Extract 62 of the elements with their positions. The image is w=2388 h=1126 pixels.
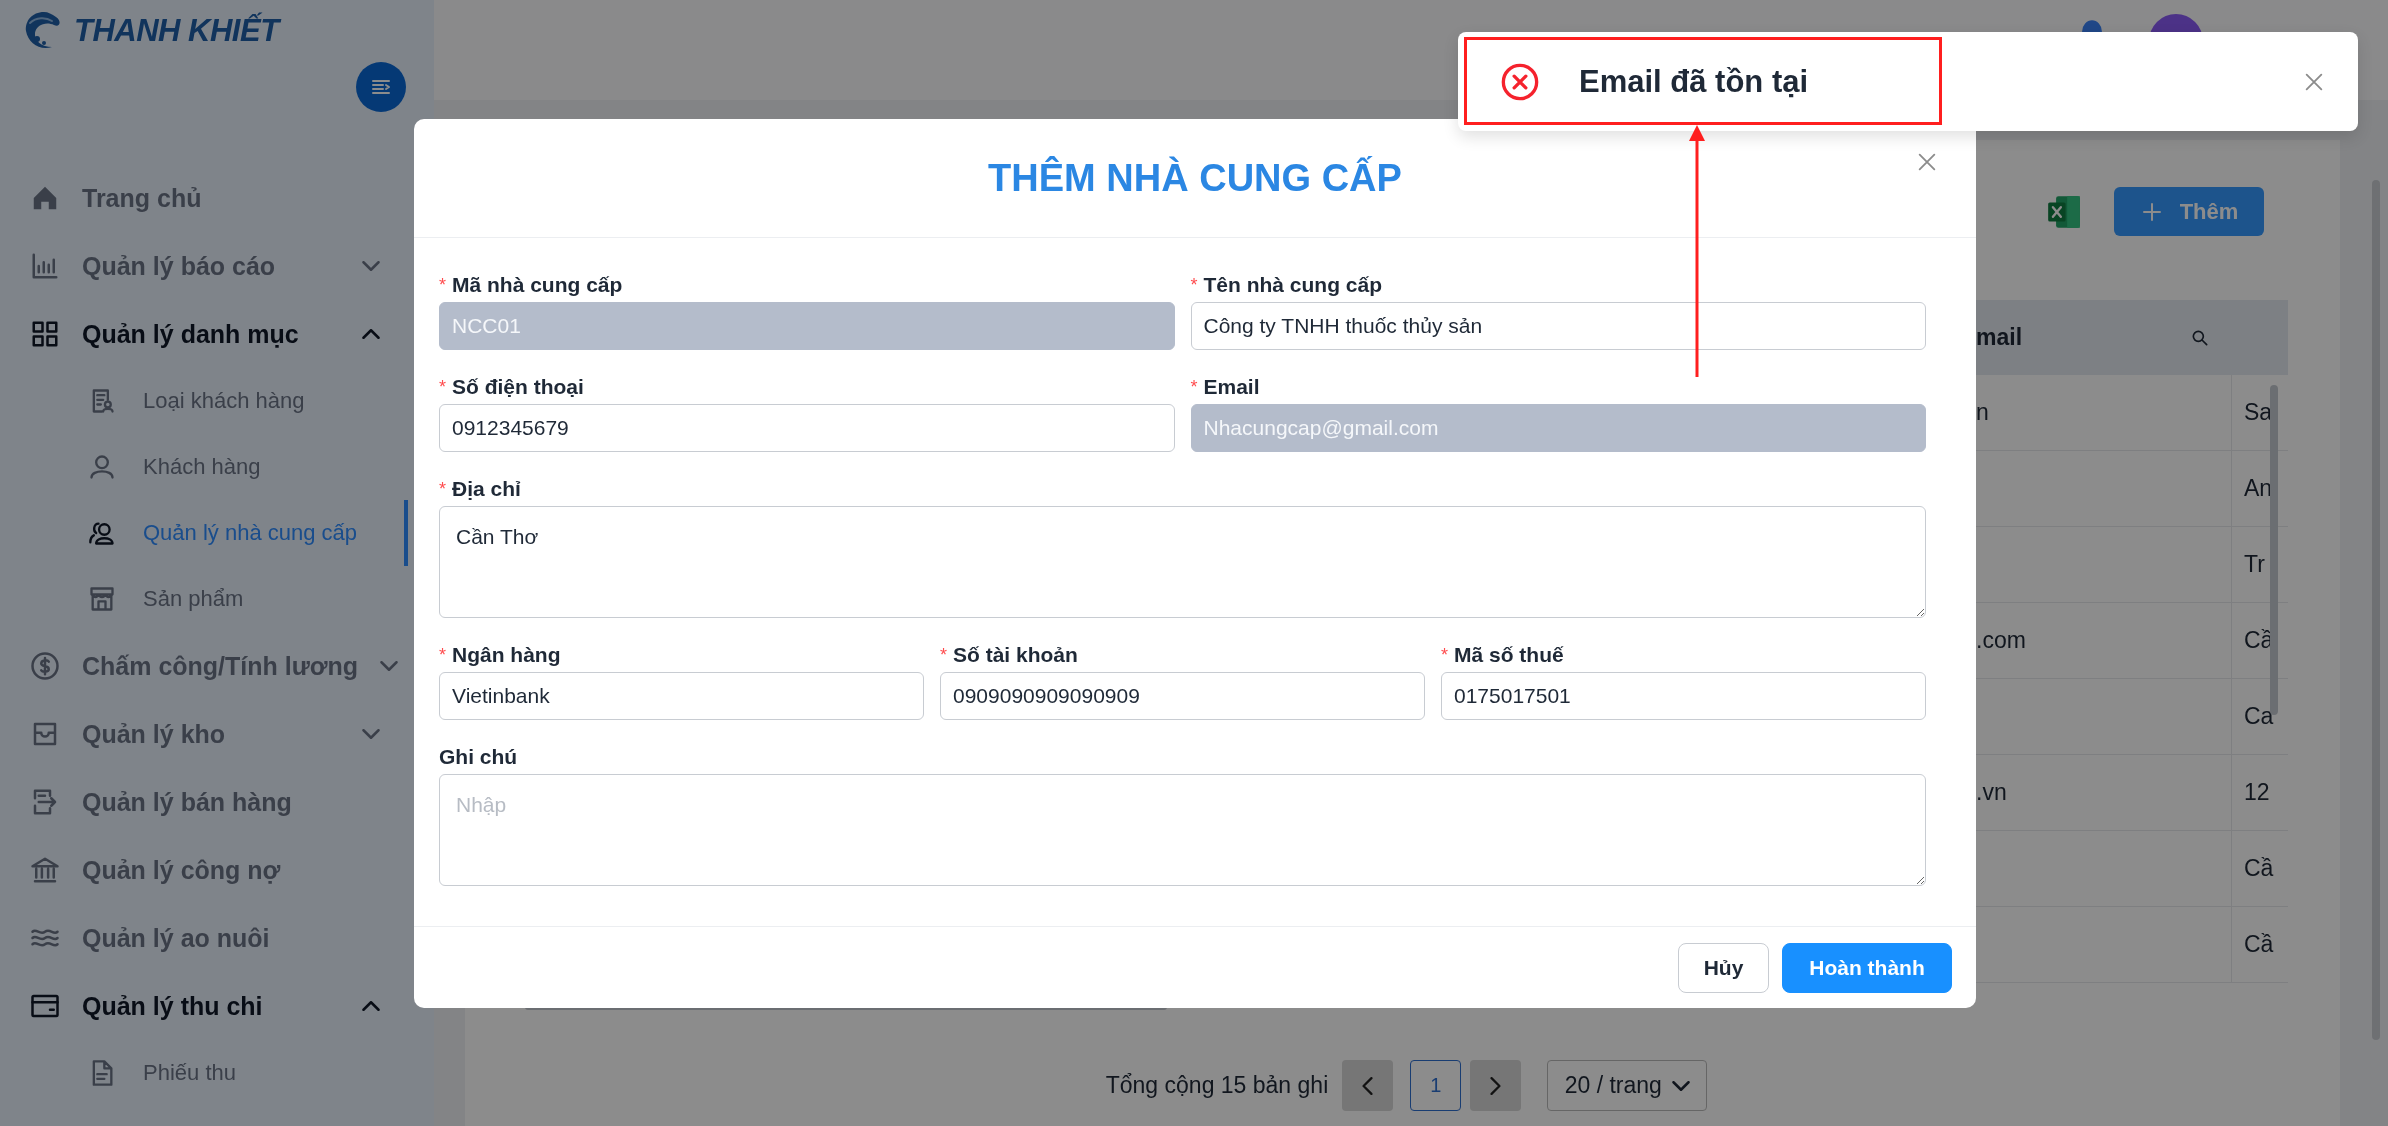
field-label: * Mã số thuế xyxy=(1441,642,1565,668)
page-size-select[interactable]: 20 / trang xyxy=(1547,1060,1708,1111)
table-cell: .com xyxy=(1976,627,2026,654)
sidebar-item[interactable]: Quản lý bán hàng xyxy=(0,768,408,836)
add-button[interactable]: Thêm xyxy=(2114,187,2264,236)
record-count: Tổng cộng 15 bản ghi xyxy=(1105,1072,1329,1099)
next-page-button[interactable] xyxy=(1470,1060,1522,1111)
sidebar-item[interactable]: Sản phẩm xyxy=(0,566,408,632)
cancel-button[interactable]: Hủy xyxy=(1678,942,1769,993)
bar-chart-icon xyxy=(30,251,60,281)
sidebar-item[interactable]: Quản lý báo cáo xyxy=(0,232,408,300)
sidebar-item[interactable]: Quản lý công nợ xyxy=(0,836,408,904)
field-label: * Số điện thoại xyxy=(439,374,585,400)
dollar-icon xyxy=(30,651,60,681)
text-area[interactable]: Cần Thơ xyxy=(439,506,1926,618)
grid-icon xyxy=(30,319,60,349)
close-icon[interactable] xyxy=(1916,151,1938,173)
toast-message: Email đã tồn tại xyxy=(1579,63,1809,100)
chevron-down-icon xyxy=(1671,1080,1690,1091)
column-header: mail xyxy=(1976,324,2023,351)
field-label: * Số tài khoản xyxy=(940,642,1079,668)
table-cell: Tr xyxy=(2244,551,2265,578)
chevron-right-icon xyxy=(1490,1076,1502,1095)
table-cell: Sa xyxy=(2244,399,2273,426)
sidebar-item[interactable]: Khách hàng xyxy=(0,434,408,500)
dialog-title: THÊM NHÀ CUNG CẤP xyxy=(988,156,1402,200)
sidebar-item[interactable]: Quản lý kho xyxy=(0,700,408,768)
table-cell: Cầ xyxy=(2244,855,2274,882)
field-label: * Ngân hàng xyxy=(439,642,562,668)
field-label: * Email xyxy=(1190,374,1261,400)
table-cell: n xyxy=(1976,399,1989,426)
field-label: * Tên nhà cung cấp xyxy=(1190,272,1384,298)
sidebar-item[interactable]: Trang chủ xyxy=(0,164,408,232)
page-button[interactable]: 1 xyxy=(1410,1060,1462,1111)
shop-icon xyxy=(88,585,116,613)
bank-icon xyxy=(30,855,60,885)
sidebar-item[interactable]: Chấm công/Tính lương xyxy=(0,632,408,700)
table-cell: Cầ xyxy=(2244,931,2274,958)
error-icon xyxy=(1500,61,1540,102)
field-label: * Địa chỉ xyxy=(439,476,522,502)
field-label: * Mã nhà cung cấp xyxy=(439,272,624,298)
table-cell: .vn xyxy=(1976,779,2007,806)
table-cell: Ca xyxy=(2244,703,2274,730)
sidebar-item[interactable]: Quản lý nhà cung cấp xyxy=(0,500,408,566)
text-area[interactable]: Nhập xyxy=(439,774,1926,886)
sidebar-item[interactable]: Quản lý thu chi xyxy=(0,972,408,1040)
collapse-button[interactable] xyxy=(356,62,406,112)
input-field[interactable]: 0175017501 xyxy=(1441,672,1926,720)
input-field[interactable]: Vietinbank xyxy=(439,672,924,720)
sidebar-item[interactable]: Loại khách hàng xyxy=(0,368,408,434)
user-icon xyxy=(88,453,116,481)
input-field[interactable]: 0912345679 xyxy=(439,404,1175,452)
submit-button[interactable]: Hoàn thành xyxy=(1782,942,1952,993)
previous-page-button[interactable] xyxy=(1342,1060,1394,1111)
input-field[interactable]: Công ty TNHH thuốc thủy sản xyxy=(1190,302,1926,350)
sidebar-item[interactable]: Quản lý ao nuôi xyxy=(0,904,408,972)
sidebar-item[interactable]: Quản lý danh mục xyxy=(0,300,408,368)
table-cell: 12 xyxy=(2244,779,2270,806)
field-label: Ghi chú xyxy=(439,744,519,770)
sidebar-item[interactable]: Phiếu thu xyxy=(0,1040,408,1106)
input-field[interactable]: 0909090909090909 xyxy=(940,672,1425,720)
chevron-left-icon xyxy=(1362,1076,1374,1095)
